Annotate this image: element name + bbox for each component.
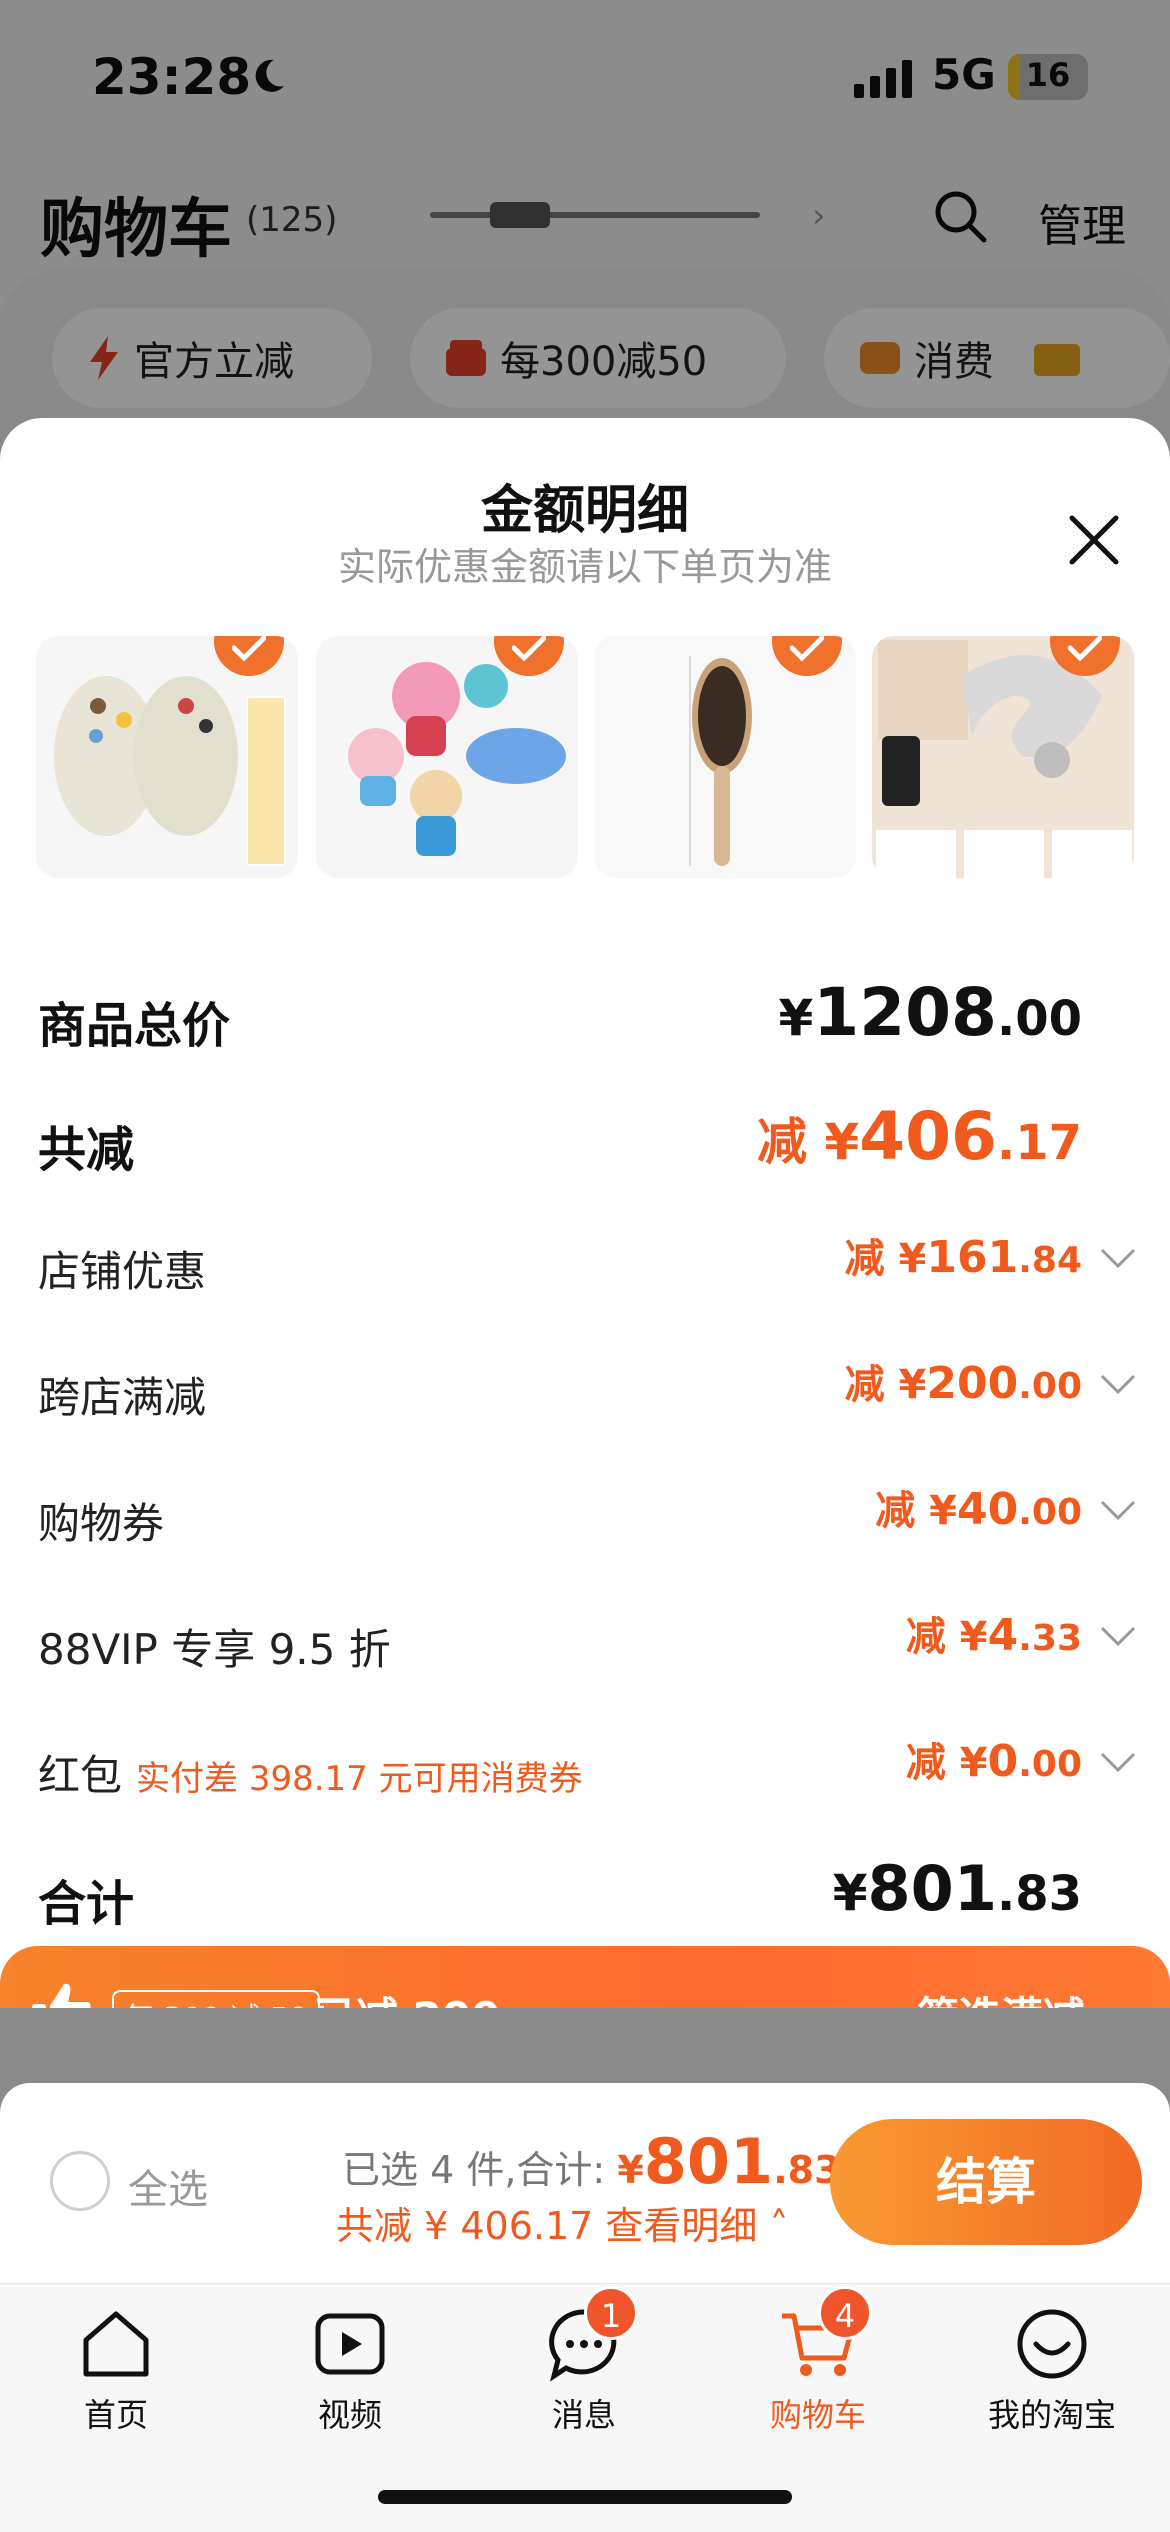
tab-video[interactable]: 视频 <box>250 2304 450 2436</box>
home-icon <box>76 2304 156 2384</box>
cross-store-discount-value: 减 ¥200.00 <box>844 1358 1082 1409</box>
cart-icon: 4 <box>778 2286 872 2384</box>
sheet-subtitle: 实际优惠金额请以下单页为准 <box>337 545 832 589</box>
red-packet-note: 实付差 398.17 元可用消费券 <box>136 1759 583 1799</box>
view-detail-link[interactable]: 共减 ¥ 406.17 查看明细 ˄ <box>336 2195 788 2250</box>
message-icon: 1 <box>544 2286 638 2384</box>
tab-label: 消息 <box>551 2396 616 2434</box>
checkout-button[interactable]: 结算 <box>830 2119 1142 2245</box>
row-cross-store-discount[interactable]: 跨店满减 减 ¥200.00 <box>38 1344 1136 1434</box>
thumbs-up-icon <box>32 1983 91 2008</box>
filter-discount-link[interactable]: 筛选满减 ›› <box>917 1984 1134 2008</box>
video-icon <box>310 2304 390 2384</box>
row-vip-discount[interactable]: 88VIP 专享 9.5 折 减 ¥4.33 <box>38 1596 1136 1686</box>
store-discount-value: 减 ¥161.84 <box>844 1232 1082 1283</box>
shopping-coupon-value: 减 ¥40.00 <box>875 1484 1082 1535</box>
store-discount-label: 店铺优惠 <box>38 1247 207 1296</box>
select-all-label[interactable]: 全选 <box>128 2157 208 2215</box>
product-thumb-neck-massager[interactable] <box>872 636 1134 878</box>
total-price-value: ¥1208.00 <box>778 974 1082 1051</box>
tab-label: 视频 <box>317 2396 382 2434</box>
row-red-packet[interactable]: 红包 实付差 398.17 元可用消费券 减 ¥0.00 <box>38 1722 1136 1812</box>
tab-home[interactable]: 首页 <box>16 2304 216 2436</box>
product-thumb-clogs[interactable] <box>36 636 298 878</box>
tab-label: 首页 <box>83 2396 148 2434</box>
home-indicator[interactable] <box>378 2490 792 2504</box>
row-total-saved: 共减 减 ¥406.17 <box>38 1090 1134 1180</box>
red-packet-label: 红包 实付差 398.17 元可用消费券 <box>38 1751 583 1800</box>
chevron-down-icon <box>1100 1500 1136 1521</box>
promo-tag: 每 300 减 50 <box>112 1990 321 2008</box>
row-store-discount[interactable]: 店铺优惠 减 ¥161.84 <box>38 1218 1136 1308</box>
select-all-radio[interactable] <box>50 2151 110 2211</box>
shopping-coupon-label: 购物券 <box>38 1499 165 1548</box>
promo-bar[interactable]: 每 300 减 50 已减 200 筛选满减 ›› <box>0 1946 1170 2008</box>
tab-profile[interactable]: 我的淘宝 <box>952 2304 1152 2436</box>
vip-discount-label: 88VIP 专享 9.5 折 <box>38 1625 391 1674</box>
vip-discount-value: 减 ¥4.33 <box>905 1610 1082 1661</box>
close-icon[interactable] <box>1064 510 1124 570</box>
selected-products-strip <box>36 636 1170 878</box>
sheet-title: 金额明细 <box>480 481 689 541</box>
red-packet-value: 减 ¥0.00 <box>905 1736 1082 1787</box>
checkout-bar: 全选 已选 4 件,合计: ¥801.83 共减 ¥ 406.17 查看明细 ˄… <box>0 2083 1170 2283</box>
profile-icon <box>1012 2304 1092 2384</box>
chevron-down-icon <box>1100 1248 1136 1269</box>
chevron-down-icon <box>1100 1752 1136 1773</box>
total-price-label: 商品总价 <box>38 998 231 1054</box>
cross-store-discount-label: 跨店满减 <box>38 1373 207 1422</box>
row-sum: 合计 ¥801.83 <box>38 1844 1134 1934</box>
tab-label: 我的淘宝 <box>987 2396 1116 2434</box>
promo-applied: 已减 200 <box>314 1984 500 2008</box>
checkout-total: ¥801.83 <box>617 2125 841 2198</box>
tab-messages[interactable]: 1 消息 <box>484 2286 684 2436</box>
row-total-price: 商品总价 ¥1208.00 <box>38 966 1134 1056</box>
sum-label: 合计 <box>38 1876 135 1932</box>
chevron-down-icon <box>1100 1374 1136 1395</box>
tab-cart[interactable]: 4 购物车 <box>718 2286 918 2436</box>
total-saved-label: 共减 <box>38 1122 135 1178</box>
sum-value: ¥801.83 <box>832 1852 1082 1925</box>
selected-summary: 已选 4 件,合计: ¥801.83 <box>342 2125 841 2198</box>
message-badge: 1 <box>584 2286 638 2340</box>
cart-badge: 4 <box>818 2286 872 2340</box>
amount-detail-sheet: 金额明细 实际优惠金额请以下单页为准 商品总价 ¥1208.00 共减 减 ¥4… <box>0 418 1170 2008</box>
product-thumb-hair-brush[interactable] <box>594 636 856 878</box>
product-thumb-peppa-charms[interactable] <box>316 636 578 878</box>
row-shopping-coupon[interactable]: 购物券 减 ¥40.00 <box>38 1470 1136 1560</box>
tab-label: 购物车 <box>769 2396 866 2434</box>
chevron-down-icon <box>1100 1626 1136 1647</box>
total-saved-value: 减 ¥406.17 <box>756 1098 1082 1175</box>
